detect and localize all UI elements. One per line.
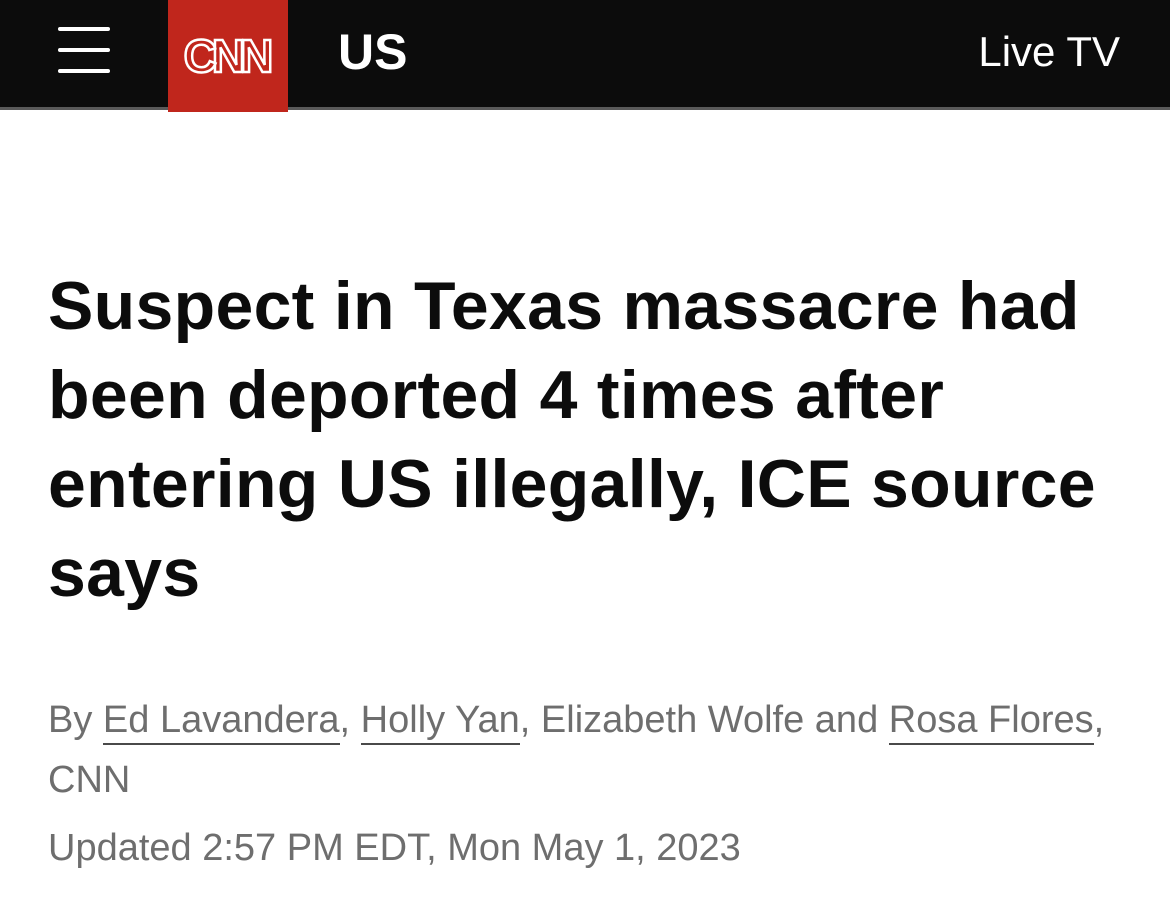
section-title[interactable]: US <box>338 22 407 82</box>
cnn-logo[interactable]: CNN <box>168 0 288 112</box>
hamburger-line <box>58 27 110 31</box>
author-link-holly-yan[interactable]: Holly Yan <box>360 699 520 745</box>
byline-separator-and: , Elizabeth Wolfe and <box>519 699 889 741</box>
byline-prefix: By <box>48 699 103 741</box>
cnn-logo-text: CNN <box>182 30 274 82</box>
author-link-ed-lavandera[interactable]: Ed Lavandera <box>102 699 340 745</box>
article-byline: By Ed Lavandera, Holly Yan, Elizabeth Wo… <box>48 690 1128 810</box>
hamburger-menu-icon[interactable] <box>58 27 110 73</box>
updated-timestamp: Updated 2:57 PM EDT, Mon May 1, 2023 <box>48 827 741 869</box>
author-link-rosa-flores[interactable]: Rosa Flores <box>888 699 1094 745</box>
byline-separator: , <box>339 699 361 741</box>
hamburger-line <box>58 69 110 73</box>
live-tv-link[interactable]: Live TV <box>978 25 1120 79</box>
hamburger-line <box>58 48 110 52</box>
top-navigation-bar: CNN US Live TV <box>0 0 1170 112</box>
article-headline: Suspect in Texas massacre had been depor… <box>48 268 1096 611</box>
